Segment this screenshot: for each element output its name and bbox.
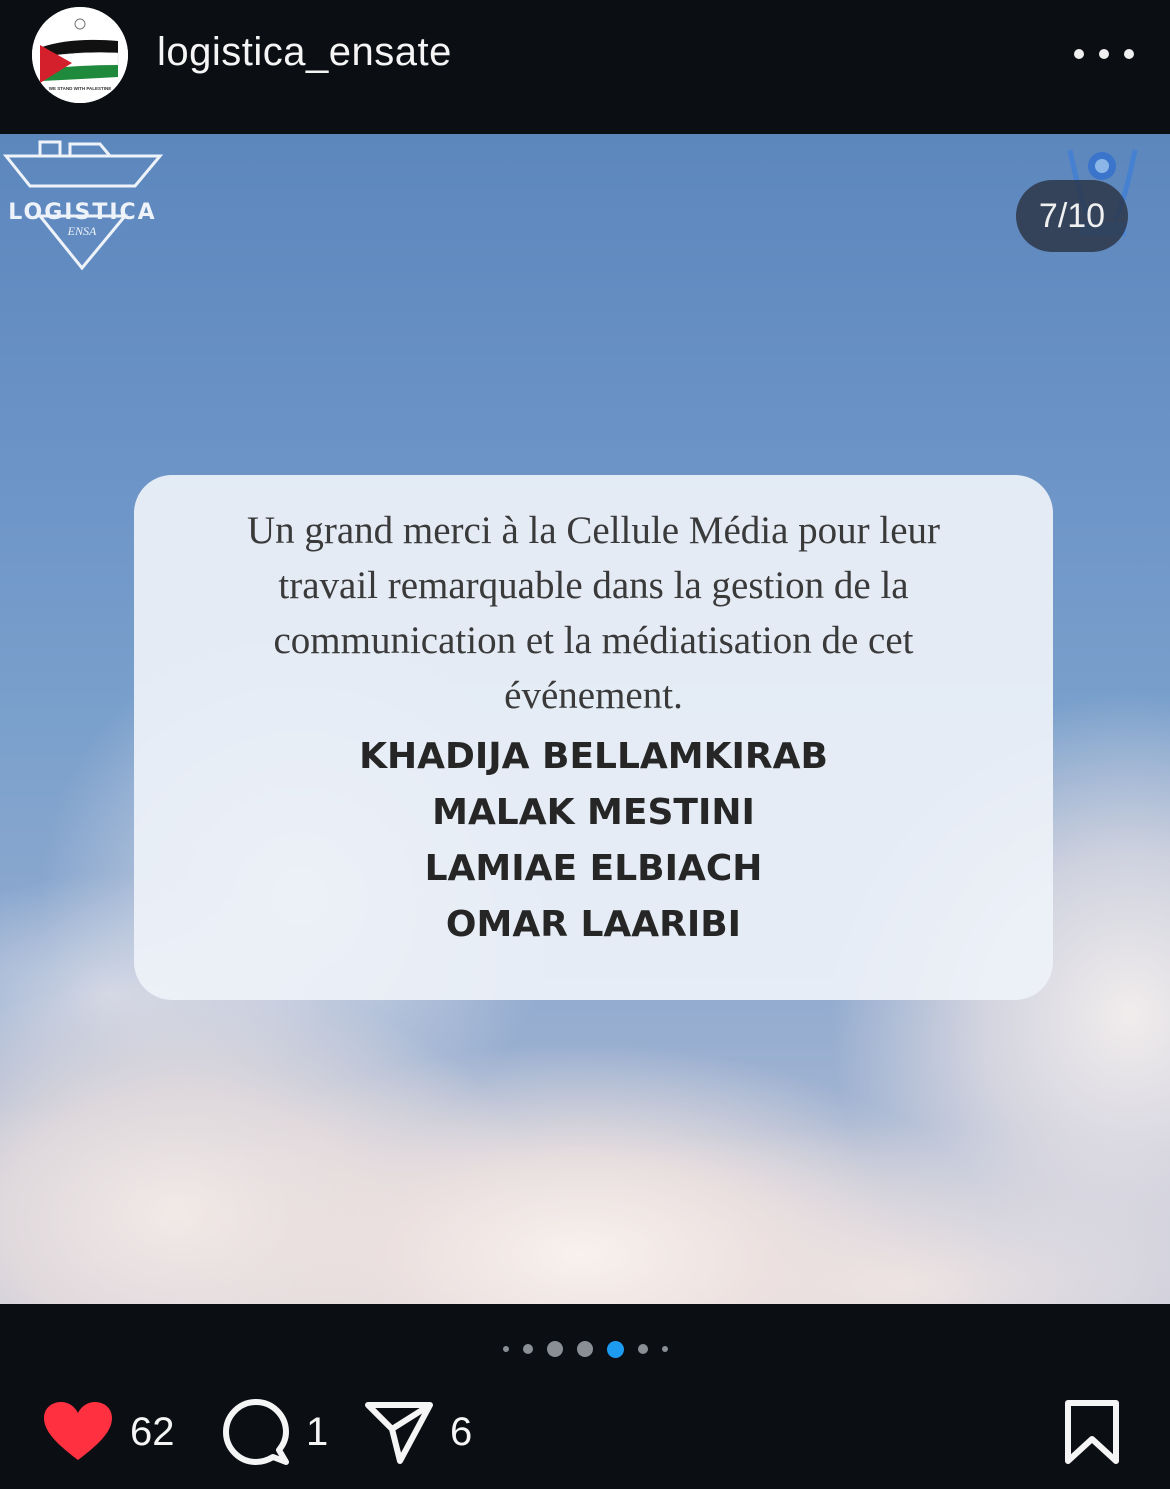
like-count[interactable]: 62 — [130, 1410, 175, 1455]
carousel-dot-active — [606, 1340, 624, 1358]
share-button[interactable]: 6 — [364, 1395, 472, 1469]
carousel-dot — [637, 1344, 648, 1354]
post-header: WE STAND WITH PALESTINE logistica_ensate — [0, 0, 1170, 134]
thank-you-message: Un grand merci à la Cellule Média pour l… — [246, 509, 941, 717]
like-button[interactable]: 62 — [42, 1395, 175, 1469]
share-count[interactable]: 6 — [450, 1410, 472, 1455]
username[interactable]: logistica_ensate — [157, 30, 452, 75]
comment-bubble-icon — [223, 1399, 289, 1465]
more-dot-icon — [1099, 49, 1109, 59]
team-member-name: KHADIJA BELLAMKIRAB — [359, 736, 828, 777]
more-dot-icon — [1074, 49, 1084, 59]
team-member-name: OMAR LAARIBI — [445, 904, 742, 945]
more-dot-icon — [1124, 49, 1134, 59]
slide-counter: 7/10 — [1016, 180, 1128, 252]
avatar-banner-text: WE STAND WITH PALESTINE — [48, 86, 112, 91]
heart-filled-icon — [44, 1402, 112, 1460]
thank-you-card: Un grand merci à la Cellule Média pour l… — [134, 475, 1053, 1000]
logo-text: LOGISTICA — [8, 200, 157, 225]
names-list: KHADIJA BELLAMKIRAB MALAK MESTINI LAMIAE… — [134, 729, 1053, 953]
carousel-dot — [546, 1341, 563, 1357]
comment-count[interactable]: 1 — [306, 1410, 328, 1455]
team-member-name: MALAK MESTINI — [432, 792, 755, 833]
carousel-dot — [522, 1344, 533, 1354]
team-member-name: LAMIAE ELBIACH — [424, 848, 763, 889]
carousel-dots — [0, 1337, 1170, 1361]
carousel-dot — [576, 1341, 593, 1357]
logistica-logo: ENSA LOGISTICA — [0, 140, 165, 275]
carousel-dot — [661, 1346, 668, 1352]
post-image[interactable]: ENSA LOGISTICA 7/10 Un grand merci à la … — [0, 134, 1170, 1304]
svg-text:ENSA: ENSA — [67, 224, 97, 238]
comment-button[interactable]: 1 — [222, 1395, 328, 1469]
paper-plane-icon — [365, 1402, 433, 1464]
carousel-dot — [502, 1346, 509, 1352]
save-button[interactable] — [1064, 1395, 1120, 1469]
bookmark-icon — [1065, 1400, 1119, 1464]
more-options-button[interactable] — [1074, 36, 1134, 72]
profile-avatar[interactable]: WE STAND WITH PALESTINE — [32, 7, 128, 103]
action-bar: 62 1 6 — [0, 1395, 1170, 1469]
